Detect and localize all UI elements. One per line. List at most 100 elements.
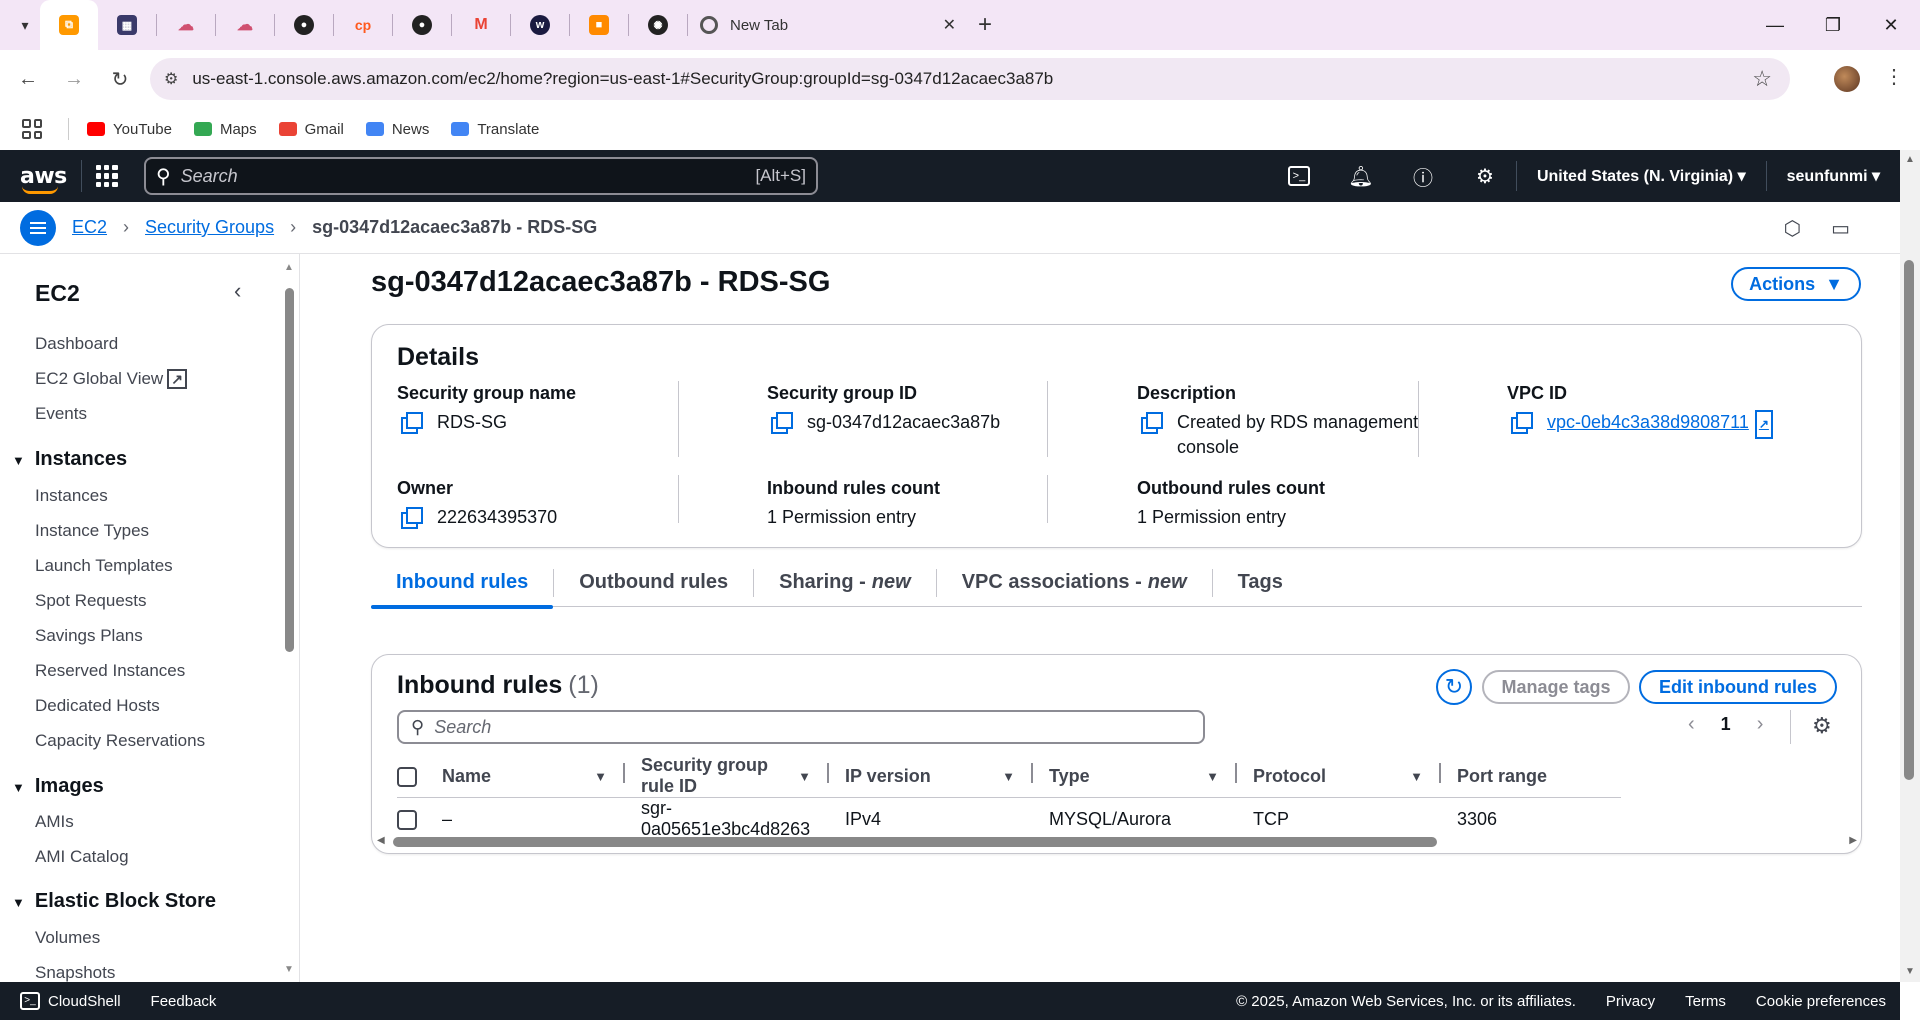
settings-gear-icon[interactable]: ⚙ bbox=[1454, 164, 1516, 189]
sidebar-item-instances[interactable]: Instances bbox=[35, 486, 108, 506]
browser-tab[interactable]: M bbox=[452, 0, 510, 50]
scroll-up-icon[interactable]: ▲ bbox=[284, 262, 294, 273]
collapse-sidebar-icon[interactable]: ‹ bbox=[234, 278, 241, 304]
manage-tags-button[interactable]: Manage tags bbox=[1482, 670, 1630, 704]
url-text[interactable]: us-east-1.console.aws.amazon.com/ec2/hom… bbox=[192, 69, 1752, 89]
tab-vpc-associations[interactable]: VPC associations - new bbox=[937, 559, 1212, 607]
bookmark-star-icon[interactable]: ☆ bbox=[1752, 66, 1772, 92]
column-header-type[interactable]: Type ▼ bbox=[1033, 755, 1237, 798]
refresh-button[interactable]: ↻ bbox=[1436, 669, 1472, 705]
sidebar-item-dedicated-hosts[interactable]: Dedicated Hosts bbox=[35, 696, 160, 716]
region-selector[interactable]: United States (N. Virginia) ▾ bbox=[1517, 166, 1766, 186]
browser-tab[interactable]: ☁ bbox=[216, 0, 274, 50]
cloudshell-icon[interactable]: >_ bbox=[1268, 166, 1330, 186]
browser-tab[interactable]: ☁ bbox=[157, 0, 215, 50]
scrollbar-thumb[interactable] bbox=[285, 288, 294, 652]
sidebar-section-instances[interactable]: ▼ Instances bbox=[12, 448, 127, 471]
browser-tab[interactable]: ● bbox=[393, 0, 451, 50]
feedback-link[interactable]: Feedback bbox=[151, 993, 217, 1010]
scroll-right-icon[interactable]: ▶ bbox=[1849, 835, 1857, 846]
notifications-bell-icon[interactable]: 🔔︎ bbox=[1330, 164, 1392, 189]
scroll-left-icon[interactable]: ◀ bbox=[377, 835, 385, 846]
browser-tab[interactable]: ● bbox=[275, 0, 333, 50]
rules-search-input[interactable]: ⚲ Search bbox=[397, 710, 1205, 744]
table-row[interactable]: – sgr-0a05651e3bc4d8263 IPv4 MYSQL/Auror… bbox=[397, 798, 1621, 841]
close-window-icon[interactable]: ✕ bbox=[1862, 15, 1920, 36]
sidebar-item-global-view[interactable]: EC2 Global View ↗ bbox=[35, 369, 187, 389]
bookmark-news[interactable]: News bbox=[365, 121, 429, 138]
reload-icon[interactable]: ↻ bbox=[102, 67, 138, 92]
bookmark-maps[interactable]: Maps bbox=[193, 121, 257, 138]
sidebar-section-ebs[interactable]: ▼ Elastic Block Store bbox=[12, 890, 216, 913]
sidebar-item-events[interactable]: Events bbox=[35, 404, 87, 424]
breadcrumb-ec2[interactable]: EC2 bbox=[72, 217, 107, 238]
account-menu[interactable]: seunfunmi ▾ bbox=[1767, 166, 1900, 186]
sidebar-item-dashboard[interactable]: Dashboard bbox=[35, 334, 118, 354]
sort-caret-icon[interactable]: ▼ bbox=[1206, 769, 1219, 784]
services-grid-icon[interactable] bbox=[95, 165, 118, 187]
new-tab-tab[interactable]: New Tab ✕ bbox=[688, 0, 968, 50]
vpc-id-link[interactable]: vpc-0eb4c3a38d9808711 bbox=[1547, 410, 1749, 435]
aws-logo[interactable]: aws bbox=[20, 164, 67, 194]
forward-icon[interactable]: → bbox=[56, 68, 92, 91]
actions-button[interactable]: Actions ▼ bbox=[1731, 267, 1861, 301]
column-header-name[interactable]: Name ▼ bbox=[442, 755, 625, 798]
browser-tab[interactable]: ⧉ bbox=[40, 0, 98, 50]
browser-menu-icon[interactable]: ⋮ bbox=[1884, 64, 1904, 89]
cookie-preferences-link[interactable]: Cookie preferences bbox=[1756, 993, 1886, 1010]
sidebar-item-spot-requests[interactable]: Spot Requests bbox=[35, 591, 147, 611]
previous-page-icon[interactable]: ‹ bbox=[1688, 713, 1695, 736]
tab-outbound-rules[interactable]: Outbound rules bbox=[554, 559, 753, 607]
side-nav-toggle-menu-icon[interactable] bbox=[20, 209, 56, 246]
apps-grid-icon[interactable] bbox=[22, 119, 42, 139]
tab-search-chevron-icon[interactable]: ▾ bbox=[10, 10, 40, 40]
hexagon-settings-icon[interactable]: ⬡ bbox=[1784, 216, 1801, 241]
bookmark-translate[interactable]: Translate bbox=[451, 121, 539, 138]
scroll-down-icon[interactable]: ▼ bbox=[284, 964, 294, 975]
table-preferences-gear-icon[interactable]: ⚙ bbox=[1812, 713, 1832, 739]
sort-caret-icon[interactable]: ▼ bbox=[1002, 769, 1015, 784]
sidebar-item-capacity-reservations[interactable]: Capacity Reservations bbox=[35, 731, 205, 751]
cloudshell-link[interactable]: CloudShell bbox=[48, 993, 121, 1010]
tab-sharing[interactable]: Sharing - new bbox=[754, 559, 936, 607]
aws-search-input[interactable]: ⚲ Search [Alt+S] bbox=[144, 157, 818, 195]
new-tab-plus-icon[interactable]: + bbox=[978, 11, 992, 39]
browser-tab[interactable]: cp bbox=[334, 0, 392, 50]
sidebar-item-savings-plans[interactable]: Savings Plans bbox=[35, 626, 143, 646]
minimize-icon[interactable]: — bbox=[1746, 15, 1804, 36]
sidebar-item-snapshots[interactable]: Snapshots bbox=[35, 963, 115, 982]
select-all-checkbox[interactable] bbox=[397, 766, 417, 787]
sidebar-item-launch-templates[interactable]: Launch Templates bbox=[35, 556, 173, 576]
browser-tab[interactable]: ■ bbox=[570, 0, 628, 50]
restore-icon[interactable]: ❐ bbox=[1804, 15, 1862, 36]
edit-inbound-rules-button[interactable]: Edit inbound rules bbox=[1639, 670, 1837, 704]
table-horizontal-scrollbar[interactable]: ◀ ▶ bbox=[377, 835, 1857, 849]
row-checkbox[interactable] bbox=[397, 809, 417, 830]
column-header-port-range[interactable]: Port range bbox=[1441, 755, 1621, 798]
sidebar-item-volumes[interactable]: Volumes bbox=[35, 928, 100, 948]
bookmark-gmail[interactable]: Gmail bbox=[278, 121, 344, 138]
sidebar-item-reserved-instances[interactable]: Reserved Instances bbox=[35, 661, 185, 681]
breadcrumb-security-groups[interactable]: Security Groups bbox=[145, 217, 274, 238]
copy-icon[interactable] bbox=[1511, 412, 1533, 434]
browser-tab[interactable]: ✺ bbox=[629, 0, 687, 50]
column-header-ip-version[interactable]: IP version ▼ bbox=[829, 755, 1033, 798]
scroll-down-icon[interactable]: ▼ bbox=[1905, 966, 1915, 977]
scrollbar-thumb[interactable] bbox=[1904, 260, 1914, 780]
browser-tab[interactable]: w bbox=[511, 0, 569, 50]
privacy-link[interactable]: Privacy bbox=[1606, 993, 1655, 1010]
copy-icon[interactable] bbox=[771, 412, 793, 434]
sidebar-section-images[interactable]: ▼ Images bbox=[12, 775, 104, 798]
browser-tab[interactable]: ▦ bbox=[98, 0, 156, 50]
tab-tags[interactable]: Tags bbox=[1213, 559, 1308, 607]
copy-icon[interactable] bbox=[401, 507, 423, 529]
column-header-protocol[interactable]: Protocol ▼ bbox=[1237, 755, 1441, 798]
scrollbar-thumb[interactable] bbox=[393, 837, 1437, 847]
help-icon[interactable]: ⓘ bbox=[1392, 162, 1454, 191]
copy-icon[interactable] bbox=[1141, 412, 1163, 434]
profile-avatar[interactable] bbox=[1834, 66, 1860, 92]
sidebar-item-instance-types[interactable]: Instance Types bbox=[35, 521, 149, 541]
terms-link[interactable]: Terms bbox=[1685, 993, 1726, 1010]
copy-icon[interactable] bbox=[401, 412, 423, 434]
page-number[interactable]: 1 bbox=[1721, 714, 1731, 735]
